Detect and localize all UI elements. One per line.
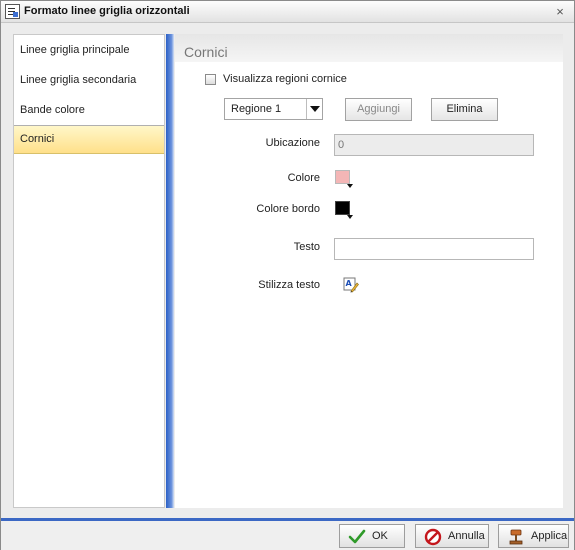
border-color-label: Colore bordo bbox=[256, 203, 320, 215]
color-label: Colore bbox=[287, 172, 320, 184]
close-icon[interactable]: × bbox=[553, 5, 567, 19]
nav-item-main-gridlines[interactable]: Linee griglia principale bbox=[14, 35, 164, 65]
check-icon bbox=[348, 529, 366, 544]
ok-button-label: OK bbox=[372, 530, 388, 542]
color-swatch bbox=[335, 170, 350, 184]
text-label: Testo bbox=[293, 241, 320, 253]
cancel-button[interactable]: Annulla bbox=[415, 524, 489, 548]
text-style-icon[interactable]: A bbox=[343, 277, 359, 293]
add-button[interactable]: Aggiungi bbox=[345, 98, 412, 121]
dropdown-arrow-icon bbox=[347, 184, 353, 188]
format-horizontal-gridlines-dialog: Formato linee griglia orizzontali × Line… bbox=[0, 0, 575, 550]
border-color-swatch bbox=[335, 201, 350, 215]
footer-bar: OK Annulla Applica bbox=[1, 521, 574, 550]
chevron-down-icon[interactable] bbox=[306, 99, 322, 119]
region-select-value: Regione 1 bbox=[231, 103, 282, 115]
title-bar: Formato linee griglia orizzontali × bbox=[1, 1, 574, 23]
nav-item-color-bands[interactable]: Bande colore bbox=[14, 95, 164, 125]
dialog-title: Formato linee griglia orizzontali bbox=[24, 5, 190, 17]
location-label: Ubicazione bbox=[265, 137, 320, 149]
cancel-icon bbox=[424, 528, 442, 546]
cancel-button-label: Annulla bbox=[448, 530, 485, 542]
nav-panel: Linee griglia principale Linee griglia s… bbox=[13, 34, 165, 508]
svg-text:A: A bbox=[346, 279, 353, 288]
style-text-label: Stilizza testo bbox=[258, 279, 320, 291]
dropdown-arrow-icon bbox=[347, 215, 353, 219]
show-regions-label: Visualizza regioni cornice bbox=[223, 73, 347, 85]
frames-panel: Cornici Visualizza regioni cornice Regio… bbox=[175, 34, 563, 508]
apply-icon bbox=[509, 529, 523, 545]
panel-divider bbox=[166, 34, 174, 508]
panel-title: Cornici bbox=[175, 34, 563, 62]
dialog-app-icon bbox=[5, 4, 20, 19]
border-color-picker[interactable] bbox=[335, 201, 353, 219]
nav-item-secondary-gridlines[interactable]: Linee griglia secondaria bbox=[14, 65, 164, 95]
delete-button[interactable]: Elimina bbox=[431, 98, 498, 121]
ok-button[interactable]: OK bbox=[339, 524, 405, 548]
show-regions-checkbox[interactable] bbox=[205, 74, 216, 85]
text-field[interactable] bbox=[334, 238, 534, 260]
region-select[interactable]: Regione 1 bbox=[224, 98, 323, 120]
color-picker[interactable] bbox=[335, 170, 353, 188]
apply-button[interactable]: Applica bbox=[498, 524, 569, 548]
nav-item-frames[interactable]: Cornici bbox=[14, 125, 164, 154]
apply-button-label: Applica bbox=[531, 530, 568, 542]
location-field: 0 bbox=[334, 134, 534, 156]
